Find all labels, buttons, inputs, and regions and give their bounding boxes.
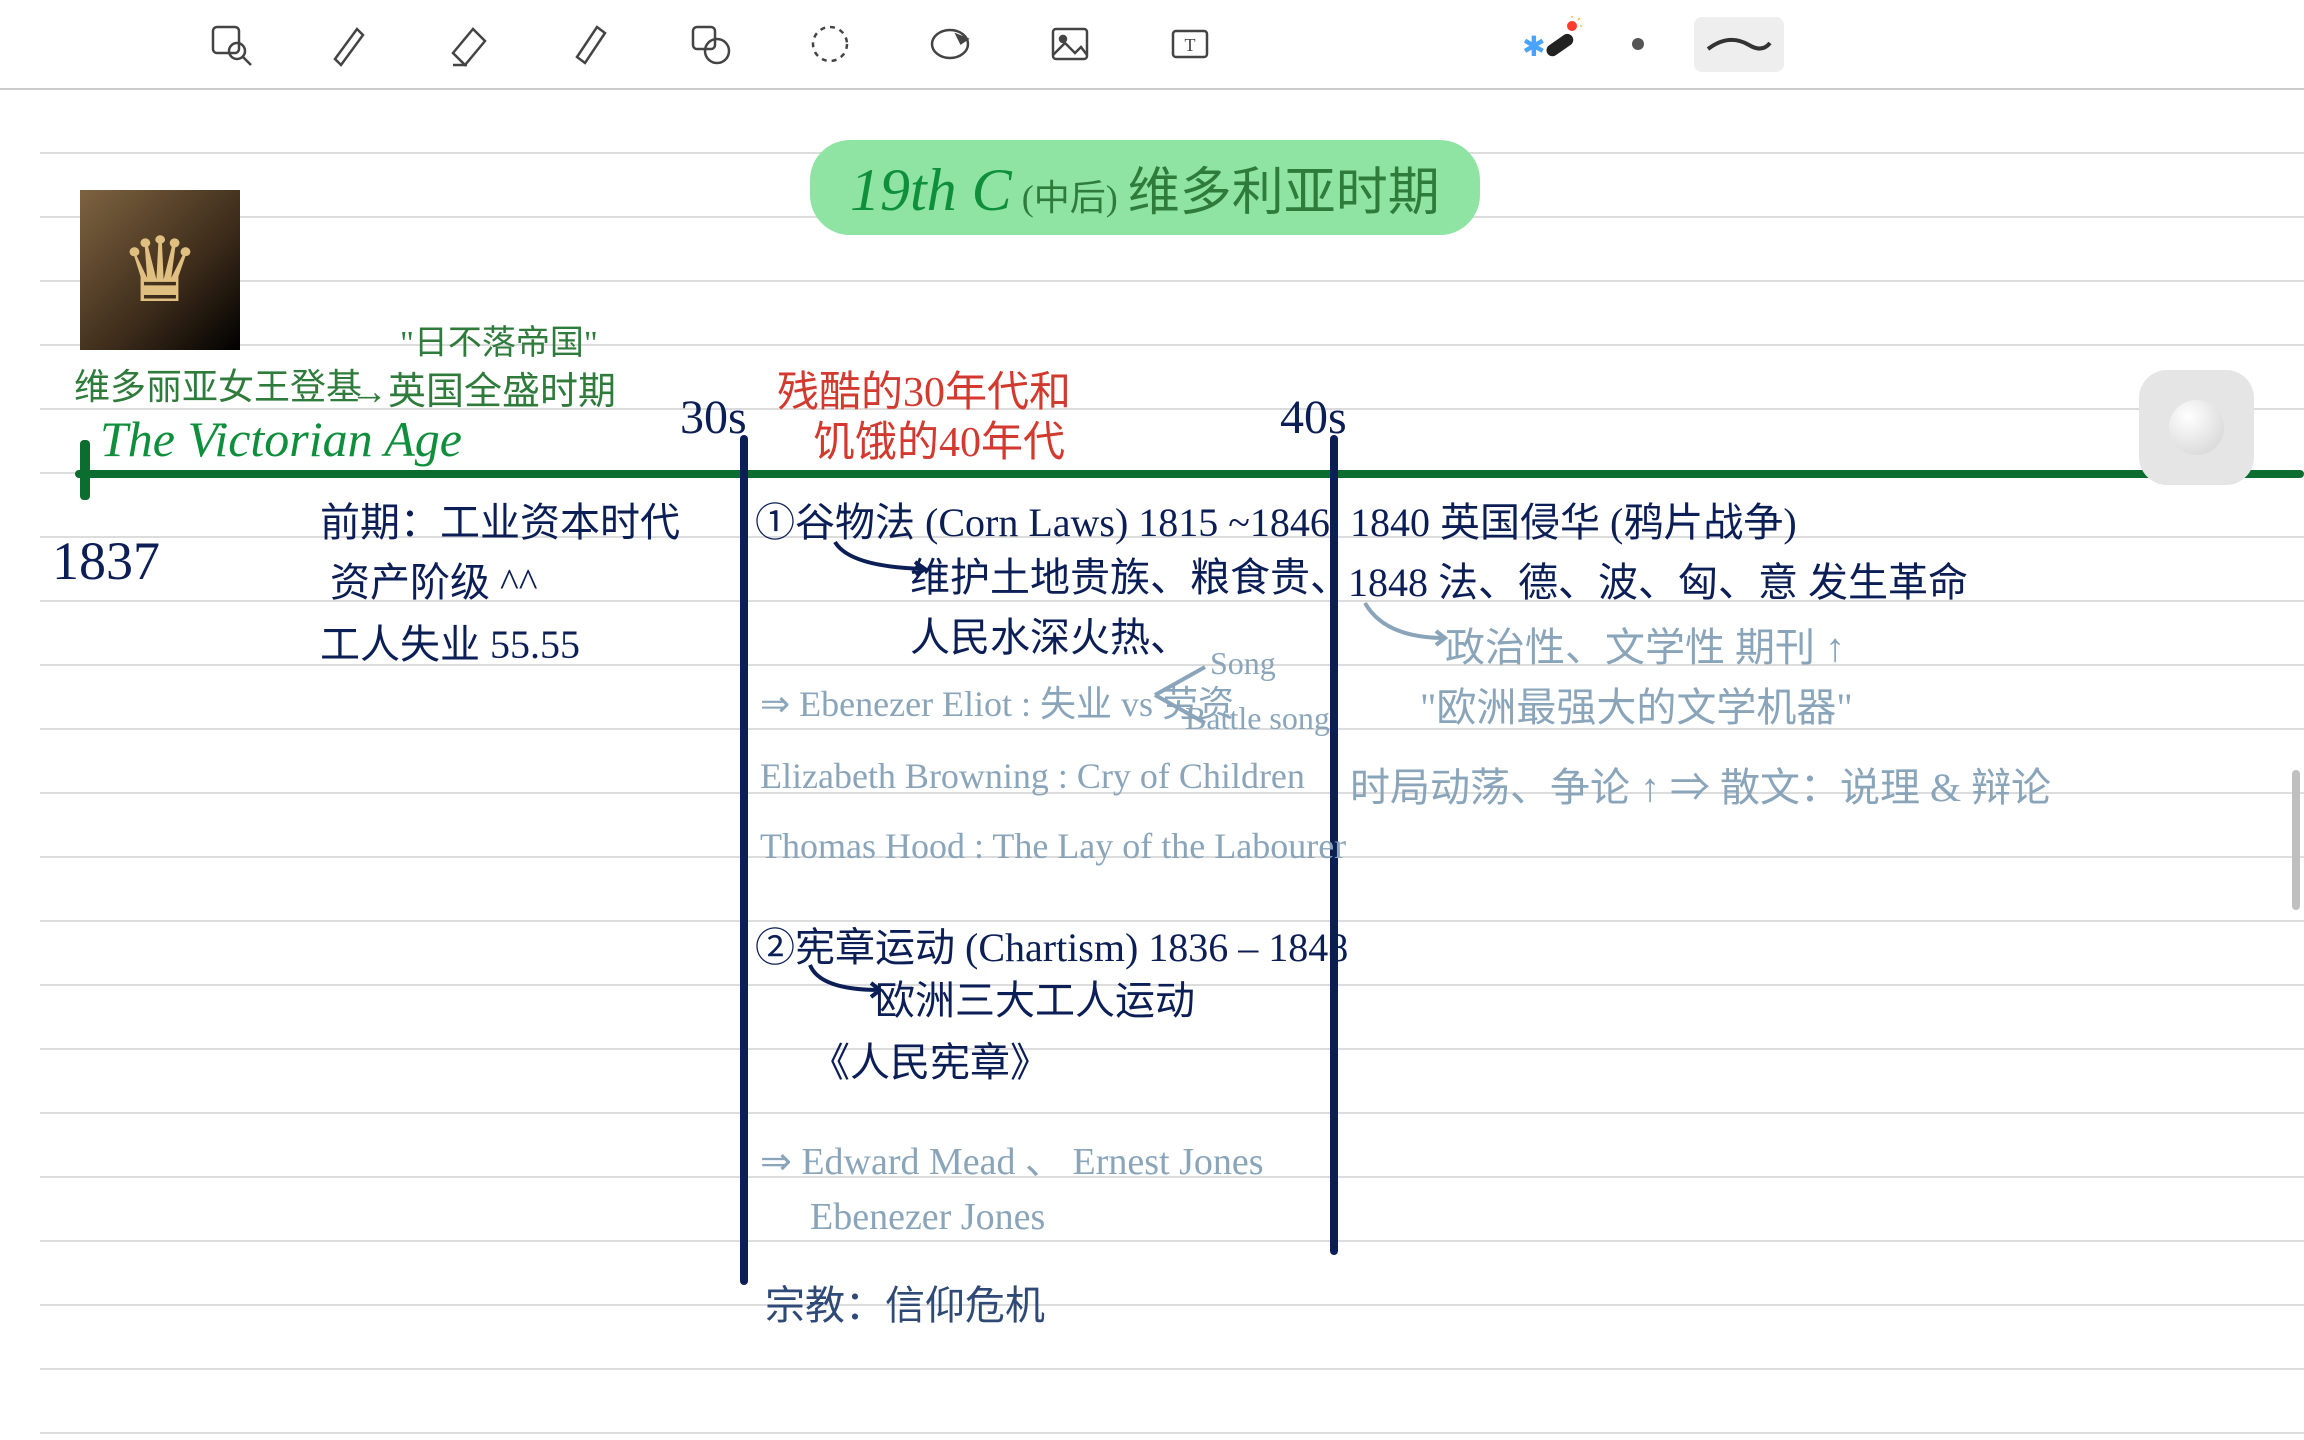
assistive-touch[interactable] <box>2139 370 2254 485</box>
lasso-icon[interactable] <box>800 17 860 72</box>
mead-jones: ⇒ Edward Mead 、 Ernest Jones <box>760 1130 1264 1185</box>
timeline-axis <box>75 470 2304 478</box>
bluetooth-icon: ✱ <box>1522 31 1545 62</box>
pen-icon[interactable] <box>320 17 380 72</box>
title-sub: (中后) <box>1022 178 1118 218</box>
empire-quote: "日不落帝国" <box>400 315 598 364</box>
corn-sub1: 维护土地贵族、粮食贵、 <box>910 545 1350 603</box>
red-line2: 饥饿的40年代 <box>813 408 1065 469</box>
laser-pointer-icon[interactable]: ✱ <box>1504 16 1582 73</box>
chartism-sub2: 《人民宪章》 <box>810 1030 1050 1088</box>
zoom-icon[interactable] <box>200 17 260 72</box>
eliot-battle: Battle song <box>1185 700 1330 737</box>
col1-l2: 资产阶级 ^^ <box>330 550 538 608</box>
page-title: 19th C (中后) 维多利亚时期 <box>810 140 1480 235</box>
col3-s2: "欧洲最强大的文学机器" <box>1420 675 1853 733</box>
scrollbar[interactable] <box>2292 770 2300 910</box>
stroke-preview-icon[interactable] <box>1694 17 1784 72</box>
queen-ascend: 维多丽亚女王登基 <box>74 358 362 410</box>
dot-size-icon[interactable] <box>1632 38 1644 50</box>
browning: Elizabeth Browning : Cry of Children <box>760 755 1305 797</box>
title-century: 19th C <box>850 157 1012 223</box>
chartism-sub1: 欧洲三大工人运动 <box>875 968 1195 1026</box>
col3-l1: 1840 英国侵华 (鸦片战争) <box>1350 490 1797 548</box>
ebenezer-jones: Ebenezer Jones <box>810 1195 1045 1239</box>
sticker-icon[interactable] <box>920 17 980 72</box>
tick-30s <box>740 435 748 1285</box>
year-1837: 1837 <box>52 530 160 592</box>
corn-sub2: 人民水深火热、 <box>910 605 1190 663</box>
eraser-shape-icon[interactable] <box>680 17 740 72</box>
religion: 宗教：信仰危机 <box>765 1273 1045 1331</box>
col3-s1: 政治性、文学性 期刊 ↑ <box>1445 615 1845 673</box>
label-40s: 40s <box>1280 390 1347 445</box>
hood: Thomas Hood : The Lay of the Labourer <box>760 825 1346 867</box>
label-30s: 30s <box>680 390 747 445</box>
note-canvas[interactable]: 19th C (中后) 维多利亚时期 ♛ 维多丽亚女王登基 "日不落帝国" →英… <box>40 90 2304 1440</box>
col1-l1: 前期：工业资本时代 <box>320 490 680 548</box>
title-cn: 维多利亚时期 <box>1128 165 1440 222</box>
victorian-age-label: The Victorian Age <box>100 410 462 468</box>
eliot-song: Song <box>1210 645 1276 682</box>
tick-1837 <box>80 440 90 500</box>
toolbar: T ✱ <box>0 0 2304 90</box>
golden-age: →英国全盛时期 <box>350 360 616 415</box>
highlighter-icon[interactable] <box>440 17 500 72</box>
marker-icon[interactable] <box>560 17 620 72</box>
portrait-image: ♛ <box>80 190 240 350</box>
col3-s3: 时局动荡、争论 ↑ ⇒ 散文：说理 & 辩论 <box>1350 755 2051 813</box>
svg-text:T: T <box>1185 35 1196 55</box>
image-icon[interactable] <box>1040 17 1100 72</box>
textbox-icon[interactable]: T <box>1160 17 1220 72</box>
col1-l3: 工人失业 55.55 <box>320 612 580 670</box>
